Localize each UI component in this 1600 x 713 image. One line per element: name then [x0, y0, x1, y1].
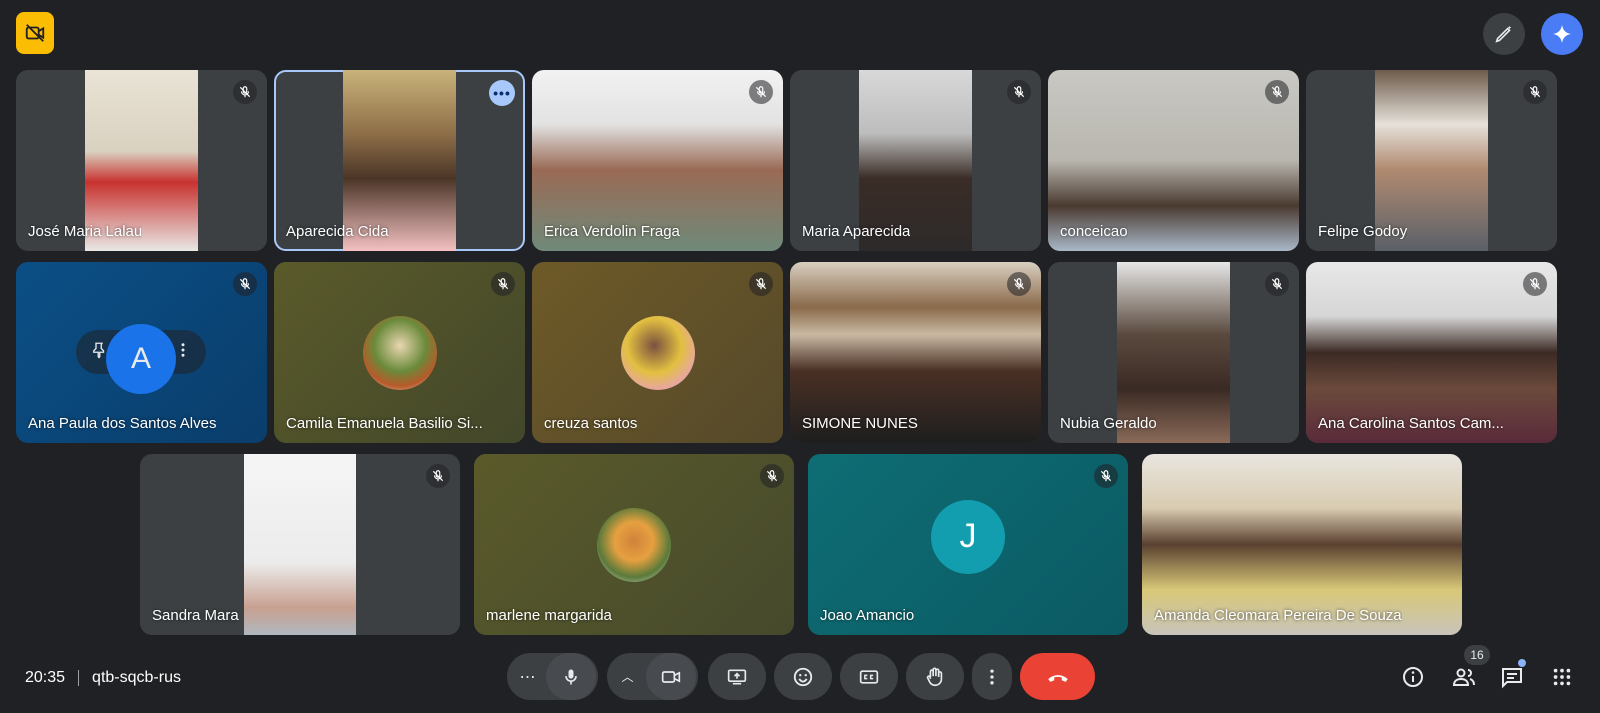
mic-off-icon — [1523, 80, 1547, 104]
participant-name: SIMONE NUNES — [802, 415, 918, 432]
microphone-icon — [564, 669, 577, 684]
hangup-icon — [1047, 674, 1068, 682]
mic-control-group: ⋯ — [507, 653, 598, 700]
participant-tile[interactable]: ••• Aparecida Cida — [274, 70, 525, 251]
participant-tile[interactable]: J Joao Amancio — [808, 454, 1128, 635]
participant-tile[interactable]: Felipe Godoy — [1306, 70, 1557, 251]
no-video-icon — [25, 24, 45, 42]
mic-off-icon — [491, 272, 515, 296]
apps-grid-icon — [1553, 668, 1571, 686]
chat-button[interactable] — [1499, 664, 1525, 690]
participant-tile[interactable]: SIMONE NUNES — [790, 262, 1041, 443]
participant-name: Joao Amancio — [820, 607, 915, 624]
avatar: A — [106, 324, 176, 394]
participant-tile[interactable]: A Ana Paula dos Santos Alves — [16, 262, 267, 443]
participant-name: Ana Carolina Santos Cam... — [1318, 415, 1504, 432]
participant-name: José Maria Lalau — [28, 223, 143, 240]
raise-hand-icon — [926, 667, 943, 686]
chat-icon — [1502, 668, 1522, 689]
participant-name: creuza santos — [544, 415, 638, 432]
emoji-icon — [793, 667, 813, 686]
participant-tile[interactable]: conceicao — [1048, 70, 1299, 251]
participant-tile[interactable]: Erica Verdolin Fraga — [532, 70, 783, 251]
mic-off-icon — [233, 80, 257, 104]
microphone-button[interactable] — [545, 653, 596, 700]
camera-icon — [661, 670, 680, 683]
participant-name: Ana Paula dos Santos Alves — [28, 415, 217, 432]
camera-off-indicator[interactable] — [16, 12, 54, 54]
mic-off-icon — [749, 272, 773, 296]
captions-button[interactable] — [840, 653, 898, 700]
participant-name: conceicao — [1060, 223, 1128, 240]
meeting-info-button[interactable] — [1400, 664, 1426, 690]
mic-off-icon — [1523, 272, 1547, 296]
edit-background-button[interactable] — [1483, 13, 1525, 55]
meeting-time: 20:35 — [25, 669, 66, 686]
avatar — [597, 507, 671, 582]
mic-off-icon — [1007, 272, 1031, 296]
present-screen-icon — [727, 669, 747, 684]
info-icon — [1403, 667, 1423, 687]
pen-sparkle-icon — [1495, 25, 1512, 43]
participant-video — [244, 454, 356, 635]
participant-tile[interactable]: Sandra Mara — [140, 454, 460, 635]
participant-tile[interactable]: José Maria Lalau — [16, 70, 267, 251]
avatar: J — [931, 499, 1005, 574]
participant-name: marlene margarida — [486, 607, 612, 624]
participant-tile[interactable]: Maria Aparecida — [790, 70, 1041, 251]
people-button[interactable] — [1451, 664, 1477, 690]
participant-tile[interactable]: Camila Emanuela Basilio Si... — [274, 262, 525, 443]
participant-name: Camila Emanuela Basilio Si... — [286, 415, 483, 432]
mic-off-icon — [760, 464, 784, 488]
tile-more-options-button[interactable]: ••• — [489, 80, 515, 106]
participant-name: Aparecida Cida — [286, 223, 389, 240]
avatar — [620, 315, 695, 390]
audio-options-button[interactable]: ⋯ — [510, 667, 546, 687]
mic-off-icon — [426, 464, 450, 488]
mic-off-icon — [1007, 80, 1031, 104]
participant-name: Sandra Mara — [152, 607, 239, 624]
video-options-button[interactable]: ︿ — [610, 668, 646, 685]
raise-hand-button[interactable] — [906, 653, 964, 700]
mic-off-icon — [1265, 80, 1289, 104]
tile-hover-controls: A — [76, 324, 206, 394]
camera-button[interactable] — [645, 653, 696, 700]
participant-name: Felipe Godoy — [1318, 223, 1408, 240]
participant-name: Amanda Cleomara Pereira De Souza — [1154, 607, 1402, 624]
more-vert-icon[interactable] — [174, 341, 192, 364]
emoji-button[interactable] — [774, 653, 832, 700]
meeting-code: qtb-sqcb-rus — [92, 669, 181, 686]
meeting-details: 20:35 qtb-sqcb-rus — [25, 669, 181, 687]
participant-name: Maria Aparecida — [802, 223, 911, 240]
participant-name: Erica Verdolin Fraga — [544, 223, 680, 240]
more-options-button[interactable] — [972, 653, 1012, 700]
divider — [78, 670, 80, 686]
activities-button[interactable] — [1549, 664, 1575, 690]
people-icon — [1452, 668, 1475, 686]
camera-control-group: ︿ — [607, 653, 698, 700]
participant-tile[interactable]: marlene margarida — [474, 454, 794, 635]
mic-off-icon — [1094, 464, 1118, 488]
present-button[interactable] — [708, 653, 766, 700]
mic-off-icon — [233, 272, 257, 296]
mic-off-icon — [749, 80, 773, 104]
captions-icon — [859, 669, 879, 684]
participant-tile[interactable]: Amanda Cleomara Pereira De Souza — [1142, 454, 1462, 635]
more-vert-icon — [990, 669, 994, 684]
participant-tile[interactable]: creuza santos — [532, 262, 783, 443]
avatar — [362, 315, 437, 390]
participant-count-badge: 16 — [1464, 645, 1490, 665]
participant-tile[interactable]: Nubia Geraldo — [1048, 262, 1299, 443]
mic-off-icon — [1265, 272, 1289, 296]
leave-call-button[interactable] — [1020, 653, 1095, 700]
participant-name: Nubia Geraldo — [1060, 415, 1157, 432]
gemini-button[interactable] — [1541, 13, 1583, 55]
participant-tile[interactable]: Ana Carolina Santos Cam... — [1306, 262, 1557, 443]
gemini-icon — [1552, 24, 1572, 44]
